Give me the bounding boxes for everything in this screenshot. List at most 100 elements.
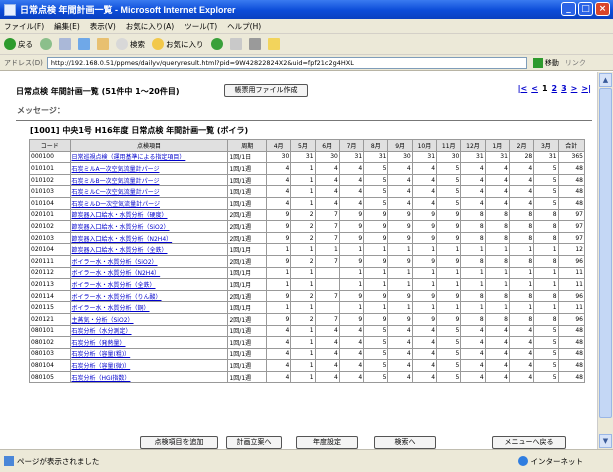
inspection-item-link[interactable]: ボイラー水・水質分析（銅） bbox=[69, 301, 229, 314]
year-settings-button[interactable]: 年度設定 bbox=[296, 436, 358, 449]
inspection-item-link[interactable]: 節炭器入口給水・水質分析（全鉄） bbox=[69, 243, 229, 256]
month-count: 5 bbox=[533, 196, 559, 210]
month-count: 4 bbox=[460, 162, 486, 175]
row-total: 97 bbox=[557, 231, 586, 245]
month-count: 4 bbox=[508, 173, 535, 187]
month-count: 1 bbox=[436, 266, 462, 280]
month-count: 9 bbox=[265, 208, 292, 222]
month-count: 4 bbox=[387, 359, 413, 372]
inspection-item-link[interactable]: 石炭分析（HGI指数） bbox=[69, 370, 229, 384]
month-count: 4 bbox=[265, 196, 292, 210]
menu-file[interactable]: ファイル(F) bbox=[4, 21, 44, 32]
month-count: 1 bbox=[290, 162, 316, 175]
inspection-item-link[interactable]: 主蒸気・分析（SiO2） bbox=[69, 312, 229, 326]
month-count: 8 bbox=[460, 254, 486, 268]
month-count: 4 bbox=[411, 359, 438, 372]
month-count: 5 bbox=[363, 324, 389, 338]
add-inspection-item-button[interactable]: 点検項目を追加 bbox=[140, 436, 218, 449]
zone-label: インターネット bbox=[530, 456, 584, 466]
pager-last[interactable]: >| bbox=[581, 84, 591, 93]
home-icon[interactable] bbox=[97, 38, 109, 50]
row-code: 020102 bbox=[29, 220, 71, 233]
month-count: 4 bbox=[508, 162, 535, 175]
address-input[interactable]: http://192.168.0.51/ppmes/dailyv/queryre… bbox=[46, 56, 527, 69]
column-header: 4月 bbox=[265, 139, 292, 152]
month-count: 8 bbox=[460, 289, 486, 303]
maximize-button[interactable]: □ bbox=[578, 2, 593, 16]
back-label: 戻る bbox=[18, 39, 33, 49]
search-page-button[interactable]: 検索へ bbox=[374, 436, 436, 449]
favorites-button[interactable]: お気に入り bbox=[152, 38, 204, 50]
month-count: 7 bbox=[314, 220, 340, 233]
column-header: 10月 bbox=[411, 139, 438, 152]
inspection-item-link[interactable]: 節炭器入口給水・水質分析（SiO2） bbox=[69, 220, 229, 233]
inspection-item-link[interactable]: 石炭ミルD一次空気流量計パージ bbox=[69, 196, 229, 210]
inspection-item-link[interactable]: 日常巡視点検（運用基準による指定項目） bbox=[69, 150, 229, 164]
inspection-item-link[interactable]: 石炭分析（容量(粗)） bbox=[69, 347, 229, 361]
inspection-item-link[interactable]: 石炭分析（水分測定） bbox=[69, 324, 229, 338]
month-count: 4 bbox=[338, 196, 365, 210]
month-count: 5 bbox=[533, 173, 559, 187]
inspection-item-link[interactable]: 石炭分析（容量(微)） bbox=[69, 359, 229, 372]
address-label: アドレス(D) bbox=[4, 58, 43, 67]
month-count: 9 bbox=[387, 289, 413, 303]
inspection-item-link[interactable]: ボイラー水・水質分析（全鉄） bbox=[69, 278, 229, 291]
inspection-item-link[interactable]: 節炭器入口給水・水質分析（N2H4） bbox=[69, 231, 229, 245]
links-button[interactable]: リンク bbox=[565, 58, 586, 68]
pager-next[interactable]: > bbox=[571, 84, 578, 93]
search-label: 検索 bbox=[130, 39, 145, 49]
back-button[interactable]: 戻る bbox=[4, 38, 33, 50]
month-count: 1 bbox=[290, 173, 316, 187]
menu-tools[interactable]: ツール(T) bbox=[184, 21, 217, 32]
table-row: 000100 日常巡視点検（運用基準による指定項目） 1回/1日 30 31 30 31 31… bbox=[29, 150, 586, 164]
pager-page-2[interactable]: 2 bbox=[552, 84, 558, 93]
folder-icon[interactable] bbox=[267, 38, 280, 50]
month-count: 5 bbox=[533, 347, 559, 361]
table-row: 020102 節炭器入口給水・水質分析（SiO2） 2回/1週 9 2 7 9 9 9 9 9 8 8 8… bbox=[29, 220, 586, 233]
pager-first[interactable]: |< bbox=[518, 84, 528, 93]
column-header: 8月 bbox=[363, 139, 389, 152]
month-count: 2 bbox=[290, 289, 316, 303]
row-code: 020114 bbox=[29, 289, 71, 303]
media-icon[interactable] bbox=[210, 38, 223, 50]
search-button[interactable]: 検索 bbox=[116, 38, 145, 50]
inspection-item-link[interactable]: 石炭ミルA一次空気流量計パージ bbox=[69, 162, 229, 175]
vertical-scrollbar[interactable]: ▲ ▼ bbox=[598, 72, 613, 449]
pager-prev[interactable]: < bbox=[531, 84, 538, 93]
menu-favorites[interactable]: お気に入り(A) bbox=[126, 21, 174, 32]
month-count: 4 bbox=[314, 370, 340, 384]
inspection-item-link[interactable]: 石炭分析（発熱量） bbox=[69, 336, 229, 349]
inspection-item-link[interactable]: ボイラー水・水質分析（りん酸） bbox=[69, 289, 229, 303]
row-total: 48 bbox=[557, 370, 586, 384]
scroll-up-icon[interactable]: ▲ bbox=[599, 73, 612, 87]
menu-view[interactable]: 表示(V) bbox=[90, 21, 116, 32]
inspection-item-link[interactable]: ボイラー水・水質分析（SiO2） bbox=[69, 254, 229, 268]
print-icon[interactable] bbox=[248, 38, 261, 50]
month-count: 1 bbox=[290, 324, 316, 338]
pager-page-3[interactable]: 3 bbox=[561, 84, 567, 93]
inspection-item-link[interactable]: ボイラー水・水質分析（N2H4） bbox=[69, 266, 229, 280]
menu-help[interactable]: ヘルプ(H) bbox=[227, 21, 261, 32]
month-count: 8 bbox=[508, 231, 535, 245]
mail-icon[interactable] bbox=[229, 38, 242, 50]
go-button[interactable]: 移動 bbox=[532, 57, 559, 68]
export-file-button[interactable]: 帳票用ファイル作成 bbox=[224, 84, 308, 97]
back-to-menu-button[interactable]: メニューへ戻る bbox=[492, 436, 566, 449]
month-count: 9 bbox=[265, 231, 292, 245]
month-count: 2 bbox=[290, 312, 316, 326]
scroll-down-icon[interactable]: ▼ bbox=[599, 434, 612, 448]
refresh-icon[interactable] bbox=[78, 38, 90, 50]
month-count: 5 bbox=[363, 359, 389, 372]
plan-button[interactable]: 計画立案へ bbox=[226, 436, 282, 449]
close-button[interactable]: × bbox=[595, 2, 610, 16]
inspection-item-link[interactable]: 石炭ミルB一次空気流量計パージ bbox=[69, 173, 229, 187]
month-count: 1 bbox=[290, 336, 316, 349]
menu-edit[interactable]: 編集(E) bbox=[54, 21, 80, 32]
stop-icon[interactable] bbox=[59, 38, 71, 50]
scroll-thumb[interactable] bbox=[599, 88, 612, 418]
forward-arrow-icon[interactable] bbox=[40, 38, 52, 50]
minimize-button[interactable]: _ bbox=[561, 2, 576, 16]
inspection-item-link[interactable]: 石炭ミルC一次空気流量計パージ bbox=[69, 185, 229, 198]
month-count: 1 bbox=[508, 301, 535, 314]
inspection-item-link[interactable]: 節炭器入口給水・水質分析（硬度） bbox=[69, 208, 229, 222]
